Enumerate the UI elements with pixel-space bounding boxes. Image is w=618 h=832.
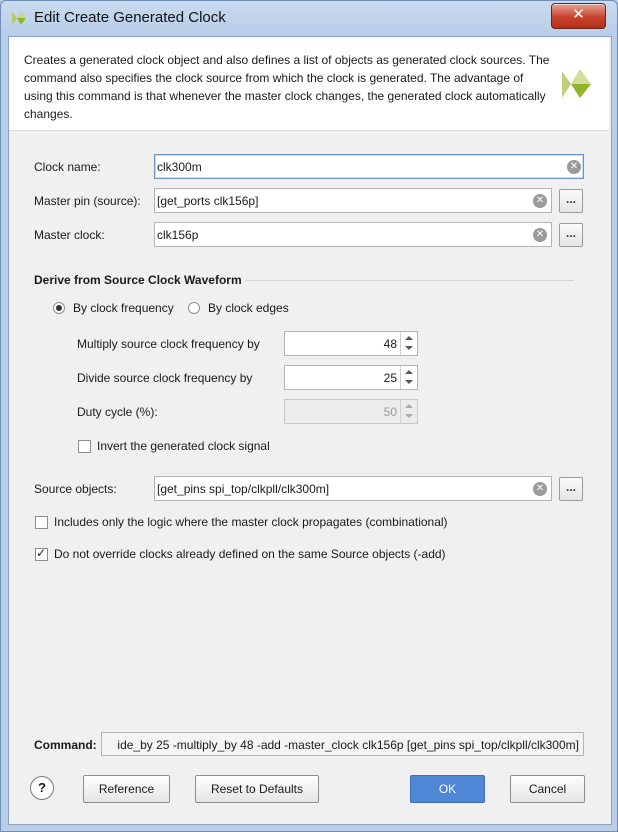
invert-checkbox[interactable] xyxy=(78,440,91,453)
master-pin-browse-button[interactable]: ... xyxy=(559,189,583,213)
command-label: Command: xyxy=(34,738,97,752)
title-bar[interactable]: Edit Create Generated Clock ✕ xyxy=(0,0,618,36)
clear-icon[interactable]: ✕ xyxy=(533,194,547,208)
clear-icon[interactable]: ✕ xyxy=(533,482,547,496)
combinational-checkbox[interactable] xyxy=(35,516,48,529)
clock-name-label: Clock name: xyxy=(34,160,101,174)
clear-icon[interactable]: ✕ xyxy=(533,228,547,242)
divide-label: Divide source clock frequency by xyxy=(77,371,253,385)
divide-spinner[interactable]: 25 xyxy=(284,365,418,390)
by-frequency-label[interactable]: By clock frequency xyxy=(73,301,174,315)
multiply-label: Multiply source clock frequency by xyxy=(77,337,260,351)
waveform-section-title: Derive from Source Clock Waveform xyxy=(34,273,242,287)
description-text: Creates a generated clock object and als… xyxy=(24,53,550,121)
combinational-label[interactable]: Includes only the logic where the master… xyxy=(54,515,448,529)
section-divider xyxy=(246,280,574,281)
add-label[interactable]: Do not override clocks already defined o… xyxy=(54,547,446,561)
checkmark-icon: ✓ xyxy=(36,546,47,560)
spinner-arrows[interactable] xyxy=(400,332,417,355)
by-frequency-radio[interactable] xyxy=(53,302,65,314)
by-edges-radio[interactable] xyxy=(188,302,200,314)
ok-button[interactable]: OK xyxy=(410,775,485,803)
master-clock-browse-button[interactable]: ... xyxy=(559,223,583,247)
duty-cycle-spinner: 50 xyxy=(284,399,418,424)
spinner-arrows[interactable] xyxy=(400,366,417,389)
master-pin-label: Master pin (source): xyxy=(34,194,141,208)
close-icon: ✕ xyxy=(572,6,585,23)
master-pin-input[interactable]: [get_ports clk156p] ✕ xyxy=(154,188,552,213)
duty-cycle-label: Duty cycle (%): xyxy=(77,405,158,419)
source-objects-label: Source objects: xyxy=(34,482,117,496)
vivado-logo-icon xyxy=(562,69,591,98)
reset-defaults-button[interactable]: Reset to Defaults xyxy=(195,775,319,803)
spinner-arrows xyxy=(400,400,417,423)
help-button[interactable]: ? xyxy=(30,776,54,800)
by-edges-label[interactable]: By clock edges xyxy=(208,301,289,315)
master-clock-label: Master clock: xyxy=(34,228,105,242)
master-clock-input[interactable]: clk156p ✕ xyxy=(154,222,552,247)
cancel-button[interactable]: Cancel xyxy=(510,775,585,803)
clear-icon[interactable]: ✕ xyxy=(567,160,581,174)
window-title: Edit Create Generated Clock xyxy=(34,9,226,26)
app-logo-icon xyxy=(12,11,26,25)
command-preview[interactable]: ide_by 25 -multiply_by 48 -add -master_c… xyxy=(101,732,584,756)
invert-label[interactable]: Invert the generated clock signal xyxy=(97,439,270,453)
close-button[interactable]: ✕ xyxy=(551,3,606,29)
reference-button[interactable]: Reference xyxy=(83,775,170,803)
multiply-spinner[interactable]: 48 xyxy=(284,331,418,356)
clock-name-input[interactable]: clk300m ✕ xyxy=(154,154,584,179)
source-objects-browse-button[interactable]: ... xyxy=(559,477,583,501)
add-checkbox[interactable]: ✓ xyxy=(35,546,48,561)
source-objects-input[interactable]: [get_pins spi_top/clkpll/clk300m] ✕ xyxy=(154,476,552,501)
